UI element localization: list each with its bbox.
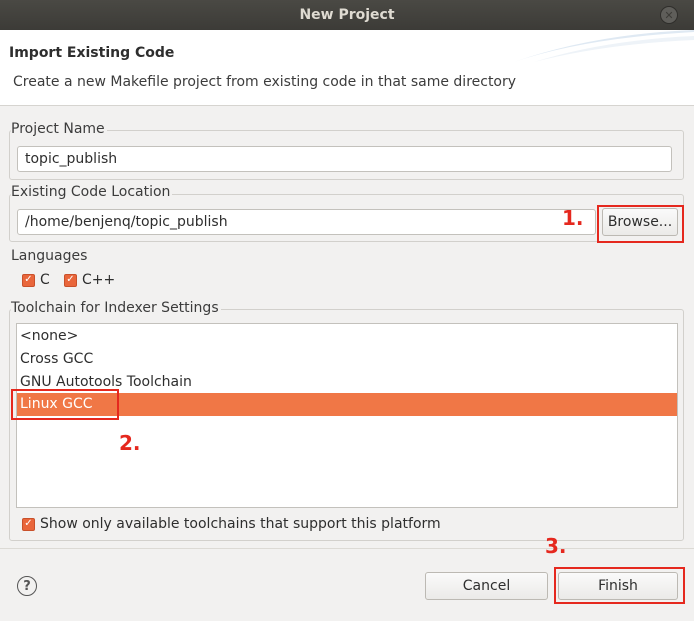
annotation-box-browse [597, 205, 684, 243]
banner-title: Import Existing Code [9, 45, 175, 61]
cancel-button[interactable]: Cancel [425, 572, 548, 600]
window-title: New Project [299, 7, 395, 23]
language-c-checkbox[interactable]: ✓ C [22, 272, 50, 288]
check-icon: ✓ [64, 273, 77, 287]
language-cpp-checkbox[interactable]: ✓ C++ [64, 272, 115, 288]
annotation-number-1: 1. [562, 206, 584, 230]
project-name-input[interactable]: topic_publish [17, 146, 672, 172]
banner-swoosh-graphic [514, 30, 694, 62]
code-location-label: Existing Code Location [11, 184, 173, 200]
annotation-box-finish [554, 567, 685, 604]
annotation-number-3: 3. [545, 534, 567, 558]
code-location-input[interactable]: /home/benjenq/topic_publish [17, 209, 596, 235]
annotation-number-2: 2. [119, 431, 141, 455]
annotation-box-linux-gcc [11, 389, 119, 420]
title-bar: New Project ✕ [0, 0, 694, 30]
wizard-banner: Import Existing Code Create a new Makefi… [0, 30, 694, 106]
language-c-label: C [40, 272, 50, 288]
close-icon[interactable]: ✕ [660, 6, 678, 24]
footer-separator [0, 548, 694, 549]
list-item[interactable]: Cross GCC [17, 348, 677, 371]
show-available-toolchains-label: Show only available toolchains that supp… [40, 516, 441, 532]
project-name-label: Project Name [11, 121, 107, 137]
list-item[interactable]: <none> [17, 325, 677, 348]
languages-label: Languages [11, 248, 90, 264]
check-icon: ✓ [22, 273, 35, 287]
banner-description: Create a new Makefile project from exist… [13, 74, 517, 90]
check-icon: ✓ [22, 517, 35, 531]
toolchain-label: Toolchain for Indexer Settings [11, 300, 221, 316]
help-icon[interactable]: ? [17, 576, 37, 596]
show-available-toolchains-checkbox[interactable]: ✓ Show only available toolchains that su… [22, 516, 441, 532]
language-cpp-label: C++ [82, 272, 116, 288]
